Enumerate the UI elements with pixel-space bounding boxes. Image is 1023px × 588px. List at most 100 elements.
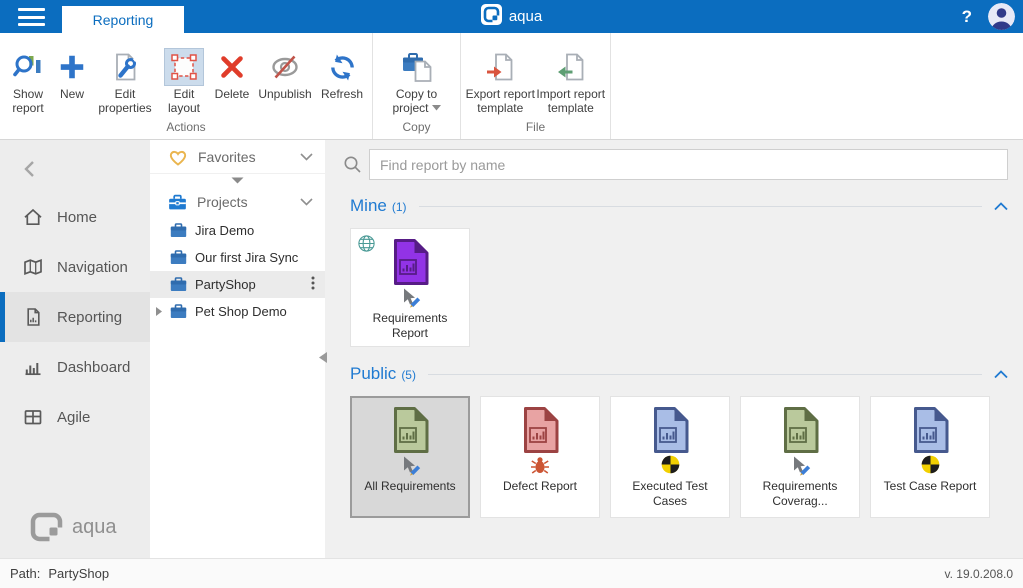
top-bar: Reporting aqua ? <box>0 0 1023 33</box>
delete-x-icon <box>217 48 247 86</box>
briefcase-solid-icon <box>170 223 187 238</box>
edit-cursor-icon <box>788 455 812 478</box>
favorites-header[interactable]: Favorites <box>150 140 325 173</box>
hamburger-menu-icon[interactable] <box>18 8 45 26</box>
edit-layout-button[interactable]: Edit layout <box>158 33 210 115</box>
plus-icon <box>57 48 87 86</box>
public-cards-row: All Requirements Defect Report <box>350 396 1023 518</box>
section-count: (5) <box>401 368 416 382</box>
edit-properties-button[interactable]: Edit properties <box>92 33 158 115</box>
briefcase-solid-icon <box>170 304 187 319</box>
copy-to-project-icon <box>401 48 433 86</box>
import-report-template-button[interactable]: Import report template <box>536 33 607 115</box>
ribbon-group-copy: Copy to project Copy <box>373 33 461 139</box>
test-wheel-icon <box>921 455 940 478</box>
search-input[interactable] <box>369 149 1008 180</box>
section-divider <box>419 206 982 207</box>
project-item-partyshop[interactable]: PartyShop <box>150 271 325 298</box>
report-document-icon <box>21 306 44 328</box>
version-label: v. 19.0.208.0 <box>945 567 1014 581</box>
sidebar-item-dashboard[interactable]: Dashboard <box>0 342 150 392</box>
report-document-icon <box>910 406 950 454</box>
sidebar-item-navigation[interactable]: Navigation <box>0 242 150 292</box>
report-card-name: Requirements Coverag... <box>741 479 859 509</box>
status-bar: Path: PartyShop v. 19.0.208.0 <box>0 558 1023 588</box>
report-card-defect-report[interactable]: Defect Report <box>480 396 600 518</box>
map-icon <box>21 256 44 278</box>
expand-arrow-icon[interactable] <box>156 307 162 316</box>
projects-header[interactable]: Projects <box>150 187 325 217</box>
report-card-all-requirements[interactable]: All Requirements <box>350 396 470 518</box>
unpublish-button[interactable]: Unpublish <box>254 33 316 102</box>
home-icon <box>21 206 44 228</box>
report-document-icon <box>390 406 430 454</box>
show-report-button[interactable]: Show report <box>4 33 52 115</box>
sidebar-item-label: Agile <box>57 409 90 426</box>
sidebar-item-label: Navigation <box>57 259 128 276</box>
delete-button[interactable]: Delete <box>210 33 254 102</box>
edit-cursor-icon <box>398 287 422 310</box>
report-card-requirements-coverage[interactable]: Requirements Coverag... <box>740 396 860 518</box>
report-document-icon <box>780 406 820 454</box>
chevron-down-icon[interactable] <box>300 198 313 206</box>
collapse-section-button[interactable] <box>994 370 1008 379</box>
collapse-section-button[interactable] <box>994 202 1008 211</box>
sidebar-item-label: Home <box>57 209 97 226</box>
chevron-down-icon[interactable] <box>300 153 313 161</box>
help-button[interactable]: ? <box>962 7 972 27</box>
reports-main-area: Mine (1) <box>325 140 1023 558</box>
show-report-icon <box>12 48 44 86</box>
sidebar-item-home[interactable]: Home <box>0 192 150 242</box>
project-item-jira-demo[interactable]: Jira Demo <box>150 217 325 244</box>
projects-label: Projects <box>197 194 300 210</box>
refresh-button[interactable]: Refresh <box>316 33 368 102</box>
edit-layout-icon <box>164 48 204 86</box>
project-item-our-first-jira-sync[interactable]: Our first Jira Sync <box>150 244 325 271</box>
section-divider <box>428 374 982 375</box>
project-item-label: Our first Jira Sync <box>195 250 325 265</box>
ribbon-group-label-copy: Copy <box>373 120 460 134</box>
sidebar-item-agile[interactable]: Agile <box>0 392 150 442</box>
report-card-executed-test-cases[interactable]: Executed Test Cases <box>610 396 730 518</box>
dropdown-caret-icon <box>432 105 441 111</box>
chevron-left-icon <box>24 160 35 178</box>
collapse-tree-arrow-icon[interactable] <box>319 352 327 363</box>
favorites-label: Favorites <box>198 149 300 165</box>
aqua-logo-icon <box>481 4 502 30</box>
chevron-up-icon <box>994 370 1008 379</box>
chevron-up-icon <box>994 202 1008 211</box>
briefcase-solid-icon <box>170 277 187 292</box>
ribbon-toolbar: Show report New Edit properties <box>0 33 1023 140</box>
report-document-icon <box>650 406 690 454</box>
briefcase-solid-icon <box>170 250 187 265</box>
bug-icon <box>530 455 550 478</box>
copy-to-project-button[interactable]: Copy to project <box>381 33 453 115</box>
section-header-public: Public (5) <box>350 364 1008 384</box>
sidebar-item-reporting[interactable]: Reporting <box>0 292 150 342</box>
path-value: PartyShop <box>48 566 109 581</box>
report-card-requirements-report[interactable]: Requirements Report <box>350 228 470 347</box>
report-document-icon <box>520 406 560 454</box>
ribbon-group-actions: Show report New Edit properties <box>0 33 373 139</box>
user-avatar[interactable] <box>988 3 1015 30</box>
sidebar-item-label: Dashboard <box>57 359 130 376</box>
kebab-menu-icon[interactable] <box>301 276 325 293</box>
test-wheel-icon <box>661 455 680 478</box>
edit-cursor-icon <box>398 455 422 478</box>
export-report-template-button[interactable]: Export report template <box>465 33 536 115</box>
collapse-sidebar-button[interactable] <box>0 154 150 184</box>
report-card-name: Requirements Report <box>351 311 469 341</box>
aqua-logo-gray-icon <box>30 512 64 542</box>
report-card-name: Executed Test Cases <box>611 479 729 509</box>
section-count: (1) <box>392 200 407 214</box>
tab-reporting[interactable]: Reporting <box>62 6 184 33</box>
section-title: Mine <box>350 196 387 216</box>
new-button[interactable]: New <box>52 33 92 102</box>
project-item-pet-shop-demo[interactable]: Pet Shop Demo <box>150 298 325 325</box>
project-tree-panel: Favorites Projects Jira Demo <box>150 140 325 558</box>
report-card-name: All Requirements <box>360 479 459 494</box>
export-icon <box>484 48 516 86</box>
report-card-test-case-report[interactable]: Test Case Report <box>870 396 990 518</box>
favorites-splitter-handle[interactable] <box>150 173 325 187</box>
import-icon <box>555 48 587 86</box>
